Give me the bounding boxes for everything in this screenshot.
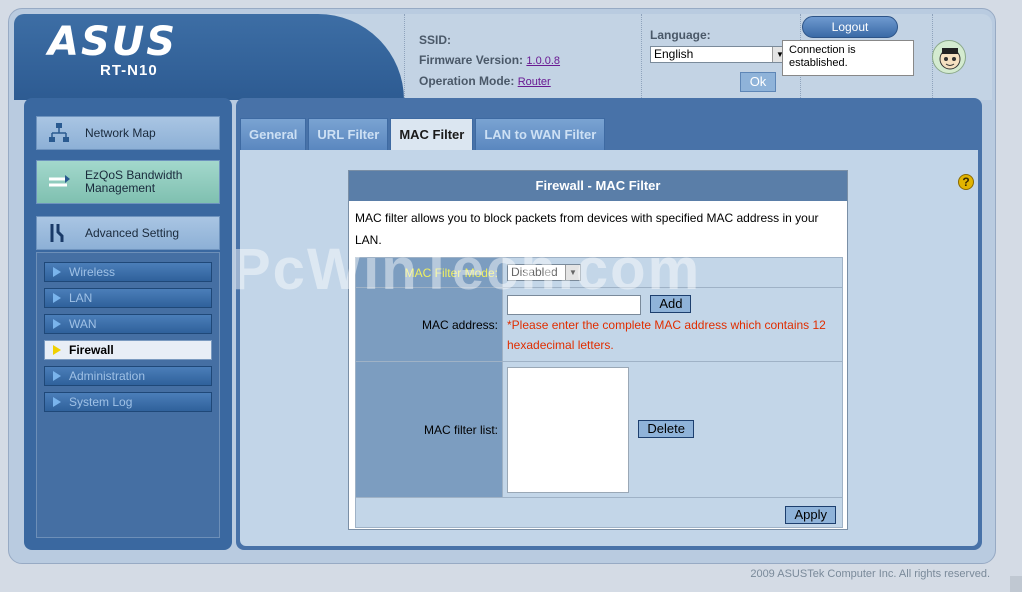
firmware-label: Firmware Version: [419, 53, 524, 67]
logout-button[interactable]: Logout [802, 16, 898, 38]
chevron-down-icon: ▼ [565, 265, 580, 280]
nav-advanced-label: Advanced Setting [85, 226, 180, 240]
opmode-label: Operation Mode: [419, 74, 515, 88]
firmware-link[interactable]: 1.0.0.8 [526, 55, 560, 67]
tab-bar: General URL Filter MAC Filter LAN to WAN… [240, 118, 607, 150]
nav-network-map[interactable]: Network Map [36, 116, 220, 150]
sidebar-item-system-log[interactable]: System Log [44, 392, 212, 412]
triangle-icon [53, 345, 61, 355]
mode-value: Disabled [511, 265, 558, 279]
triangle-icon [53, 293, 61, 303]
language-label: Language: [650, 28, 711, 42]
triangle-icon [53, 267, 61, 277]
mode-label: MAC Filter Mode: [355, 257, 503, 288]
sidebar-item-administration[interactable]: Administration [44, 366, 212, 386]
status-bubble: Connection is established. [782, 40, 914, 76]
nav-network-map-label: Network Map [85, 126, 156, 140]
sidebar-item-label: System Log [69, 395, 133, 409]
main-area: General URL Filter MAC Filter LAN to WAN… [236, 98, 982, 550]
sidebar-item-label: Wireless [69, 265, 116, 279]
sidebar-item-firewall[interactable]: Firewall [44, 340, 212, 360]
sidebar-item-wireless[interactable]: Wireless [44, 262, 212, 282]
triangle-icon [53, 371, 61, 381]
avatar [932, 40, 966, 74]
mac-filter-form: MAC Filter Mode: Disabled ▼ MAC address:… [355, 257, 843, 528]
tab-general[interactable]: General [240, 118, 307, 150]
sidebar-item-label: WAN [69, 317, 97, 331]
device-info: SSID: Firmware Version: 1.0.0.8 Operatio… [404, 14, 642, 100]
tab-mac-filter[interactable]: MAC Filter [390, 118, 474, 150]
triangle-icon [53, 319, 61, 329]
tab-lan-to-wan-filter[interactable]: LAN to WAN Filter [475, 118, 606, 150]
language-select[interactable]: English ▼ [650, 46, 788, 63]
ssid-label: SSID: [419, 33, 452, 47]
tab-url-filter[interactable]: URL Filter [308, 118, 389, 150]
ok-button[interactable]: Ok [740, 72, 776, 92]
content-area: ? Firewall - MAC Filter MAC filter allow… [240, 150, 978, 546]
footer-copyright: 2009 ASUSTek Computer Inc. All rights re… [750, 568, 990, 580]
sidebar-item-wan[interactable]: WAN [44, 314, 212, 334]
network-map-icon [47, 121, 71, 145]
language-section: Language: English ▼ [650, 28, 800, 98]
add-button[interactable]: Add [650, 294, 692, 313]
wrench-icon [47, 221, 71, 245]
apply-button[interactable]: Apply [785, 505, 836, 524]
language-value: English [654, 47, 694, 61]
mac-address-input[interactable] [507, 294, 641, 315]
bandwidth-icon [47, 170, 71, 194]
mac-address-hint: *Please enter the complete MAC address w… [507, 317, 826, 352]
sidebar-item-label: LAN [69, 291, 93, 305]
nav-ezqos-label: EzQoS Bandwidth Management [85, 168, 183, 195]
left-nav: Network Map EzQoS Bandwidth Management A… [24, 98, 232, 550]
mac-address-label: MAC address: [355, 287, 503, 362]
panel-title: Firewall - MAC Filter [349, 171, 847, 201]
panel-description: MAC filter allows you to block packets f… [355, 211, 819, 247]
nav-ezqos[interactable]: EzQoS Bandwidth Management [36, 160, 220, 204]
apply-row: Apply [355, 497, 843, 528]
scrollbar-corner [1010, 576, 1022, 592]
asus-logo: ASUS [48, 19, 178, 65]
model-name: RT-N10 [100, 62, 158, 79]
triangle-icon [53, 397, 61, 407]
sidebar-item-label: Firewall [69, 343, 114, 357]
help-icon[interactable]: ? [958, 174, 974, 190]
mascot-icon [939, 48, 961, 70]
mode-select[interactable]: Disabled ▼ [507, 264, 581, 281]
mac-filter-panel: Firewall - MAC Filter MAC filter allows … [348, 170, 848, 530]
sidebar-item-lan[interactable]: LAN [44, 288, 212, 308]
mac-filter-list-label: MAC filter list: [355, 361, 503, 498]
nav-advanced-setting[interactable]: Advanced Setting [36, 216, 220, 250]
delete-button[interactable]: Delete [638, 419, 694, 438]
mac-filter-list[interactable] [507, 366, 629, 493]
sidebar-item-label: Administration [69, 369, 146, 383]
logo-area: ASUS RT-N10 [14, 14, 404, 100]
opmode-link[interactable]: Router [518, 76, 551, 88]
